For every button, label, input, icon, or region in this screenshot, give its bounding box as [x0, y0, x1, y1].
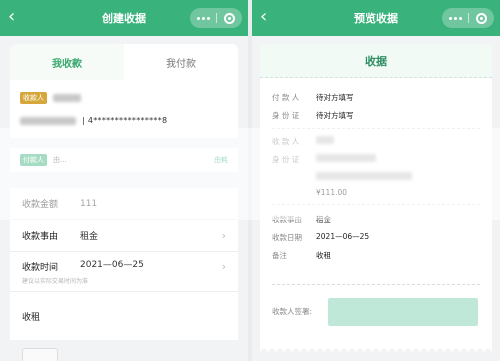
form-row-amount[interactable]: 收款金额 111 [10, 188, 238, 220]
payee-tag: 收款人 [20, 92, 47, 104]
divider [272, 284, 480, 285]
divider [272, 204, 480, 205]
payer-row: 付 款 人 待对方填写 [272, 93, 354, 102]
date-label: 收款时间 [22, 263, 59, 273]
page-title: 创建收据 [102, 12, 146, 25]
title-bar: ‹ 创建收据 [0, 0, 248, 36]
redacted-row [272, 172, 412, 180]
receipt-preview: 收据 付 款 人 待对方填写 身 份 证 待对方填写 收 款 人 身 份 证 ¥… [260, 44, 492, 350]
date-value: 2021—06—25 [80, 260, 144, 270]
tab-receive[interactable]: 我收款 [10, 44, 124, 80]
miniprogram-capsule [442, 8, 494, 28]
redacted-line [316, 172, 412, 180]
payer-hint: 由... [53, 156, 67, 164]
amount-value[interactable]: 111 [80, 199, 97, 209]
payer-id-row: 身 份 证 待对方填写 [272, 111, 354, 120]
reason-label: 收款事由 [22, 232, 59, 242]
date-hint: 建议以实际交易时间为准 [22, 278, 89, 285]
reason-row: 收款事由 租金 [272, 215, 331, 224]
sign-label: 收款人签署: [272, 307, 313, 316]
payee-id-redacted [316, 154, 376, 162]
payee-name-redacted [316, 136, 334, 144]
payer-tag: 付款人 [20, 154, 47, 166]
receipt-heading: 收据 [260, 44, 492, 78]
title-bar: ‹ 预览收据 [252, 0, 500, 36]
payer-bar[interactable]: 付款人 由... 由耗 [10, 148, 238, 172]
date-row: 收款日期 2021—06—25 [272, 232, 370, 242]
amount-label: 收款金额 [22, 200, 59, 210]
more-icon[interactable] [449, 16, 463, 20]
more-icon[interactable] [197, 16, 211, 20]
receipt-form: 收款金额 111 收款事由 租金 › 收款时间 2021—06—25 › 建议以… [10, 188, 238, 340]
amount-row: ¥111.00 [316, 188, 348, 197]
note-row: 备注 收租 [272, 251, 331, 260]
create-receipt-screen: ‹ 创建收据 我收款 我付款 收款人 | 4****************8 … [0, 0, 248, 361]
id-redacted [20, 116, 76, 125]
receipt-torn-edge [260, 344, 492, 352]
chevron-right-icon: › [221, 229, 226, 242]
back-icon[interactable]: ‹ [260, 6, 267, 28]
close-circle-icon[interactable] [475, 12, 487, 24]
divider [272, 128, 480, 129]
form-row-reason[interactable]: 收款事由 租金 › [10, 220, 238, 252]
close-circle-icon[interactable] [223, 12, 235, 24]
payee-name-redacted [53, 94, 81, 102]
preview-receipt-screen: ‹ 预览收据 收据 付 款 人 待对方填写 身 份 证 待对方填写 收 款 人 … [252, 0, 500, 361]
add-attachment-button[interactable] [22, 348, 58, 361]
tab-pay[interactable]: 我付款 [124, 44, 238, 80]
receipt-type-tabs: 我收款 我付款 [10, 44, 238, 80]
payer-fill-link[interactable]: 由耗 [214, 155, 228, 165]
chevron-right-icon: › [221, 260, 226, 273]
signature-box[interactable] [328, 298, 478, 326]
account-number: | 4****************8 [82, 116, 168, 125]
payee-id-row: 身 份 证 [272, 154, 376, 165]
back-icon[interactable]: ‹ [8, 6, 15, 28]
payee-row: 收 款 人 [272, 136, 334, 147]
miniprogram-capsule [190, 8, 242, 28]
payee-card: 收款人 | 4****************8 [10, 80, 238, 138]
reason-value: 租金 [80, 232, 99, 242]
note-field[interactable]: 收租 [10, 292, 238, 340]
page-title: 预览收据 [354, 12, 398, 25]
form-row-date[interactable]: 收款时间 2021—06—25 › 建议以实际交易时间为准 [10, 252, 238, 292]
